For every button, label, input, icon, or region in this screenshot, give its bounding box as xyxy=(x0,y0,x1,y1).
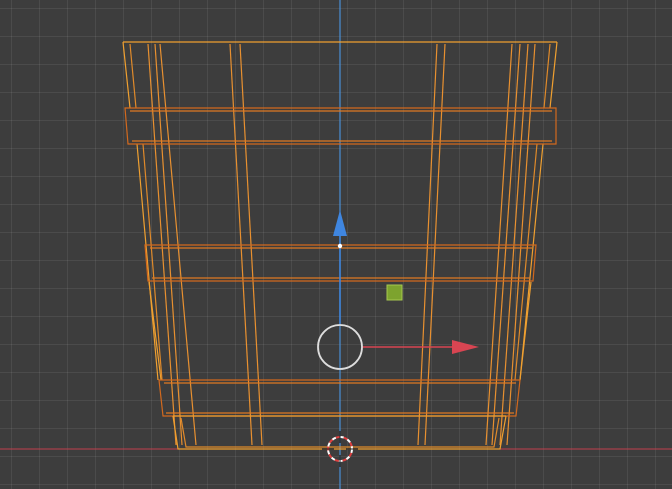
z-axis-arrow-icon[interactable] xyxy=(333,210,347,236)
viewport-canvas[interactable] xyxy=(0,0,672,489)
gizmo-z-dot xyxy=(337,243,343,249)
object-origin-icon[interactable] xyxy=(386,284,403,301)
3d-viewport[interactable] xyxy=(0,0,672,489)
x-axis-arrow-icon[interactable] xyxy=(452,340,479,354)
